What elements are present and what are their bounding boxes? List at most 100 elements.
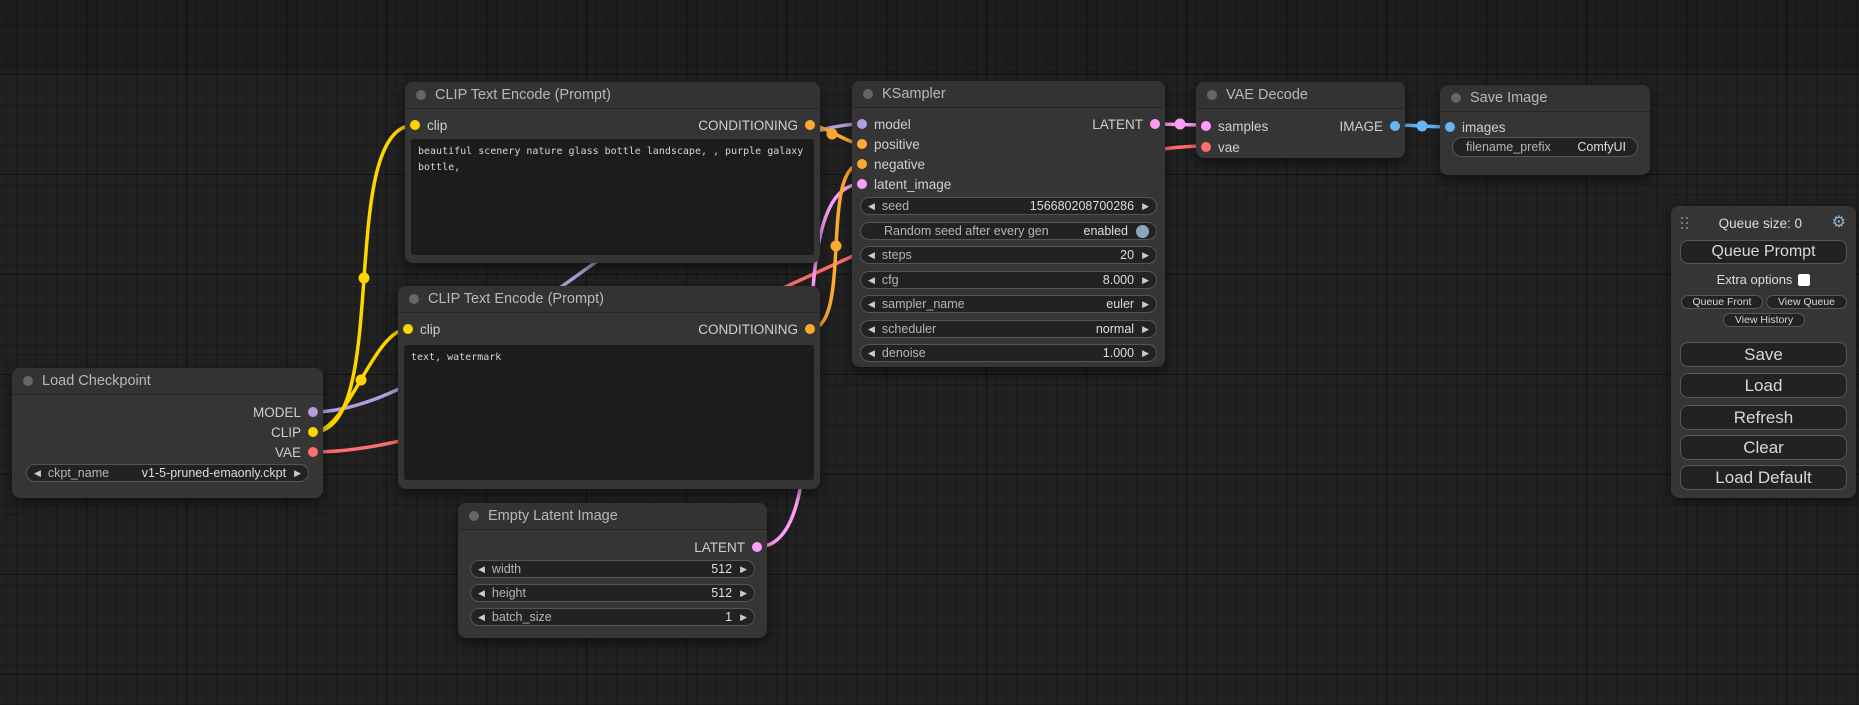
conditioning-output-dot[interactable] — [805, 324, 815, 334]
clip-input-dot[interactable] — [403, 324, 413, 334]
output-slot-conditioning[interactable]: CONDITIONING — [698, 115, 815, 135]
input-slot-latent-image[interactable]: latent_image — [857, 174, 951, 194]
increment-arrow-icon[interactable]: ▶ — [1142, 300, 1149, 309]
link-dot-clip1[interactable] — [359, 273, 370, 284]
height-widget[interactable]: ◀ height 512 ▶ — [470, 584, 755, 602]
clip-output-dot[interactable] — [308, 427, 318, 437]
increment-arrow-icon[interactable]: ▶ — [1142, 349, 1149, 358]
decrement-arrow-icon[interactable]: ◀ — [478, 613, 485, 622]
decrement-arrow-icon[interactable]: ◀ — [868, 202, 875, 211]
decrement-arrow-icon[interactable]: ◀ — [478, 589, 485, 598]
view-queue-button[interactable]: View Queue — [1766, 295, 1847, 309]
collapse-dot-icon[interactable] — [863, 89, 873, 99]
extra-options-checkbox[interactable] — [1798, 274, 1810, 286]
queue-prompt-button[interactable]: Queue Prompt — [1680, 240, 1847, 264]
conditioning-output-dot[interactable] — [805, 120, 815, 130]
node-load-checkpoint[interactable]: Load Checkpoint MODEL CLIP VAE ◀ ckpt_na… — [12, 368, 323, 498]
node-title-bar[interactable]: Save Image — [1440, 85, 1650, 112]
input-slot-clip[interactable]: clip — [403, 319, 440, 339]
gear-icon[interactable]: ⚙ — [1832, 215, 1846, 231]
node-title-bar[interactable]: Load Checkpoint — [12, 368, 323, 395]
random-seed-toggle-widget[interactable]: Random seed after every gen enabled — [860, 222, 1157, 240]
node-save-image[interactable]: Save Image images filename_prefix ComfyU… — [1440, 85, 1650, 175]
input-slot-negative[interactable]: negative — [857, 154, 925, 174]
increment-arrow-icon[interactable]: ▶ — [294, 469, 301, 478]
latent-input-dot[interactable] — [857, 179, 867, 189]
latent-output-dot[interactable] — [752, 542, 762, 552]
queue-front-button[interactable]: Queue Front — [1681, 295, 1763, 309]
latent-input-dot[interactable] — [1201, 121, 1211, 131]
drag-handle-icon[interactable] — [1681, 217, 1689, 230]
decrement-arrow-icon[interactable]: ◀ — [868, 325, 875, 334]
decrement-arrow-icon[interactable]: ◀ — [868, 276, 875, 285]
vae-output-dot[interactable] — [308, 447, 318, 457]
node-clip-text-encode-negative[interactable]: CLIP Text Encode (Prompt) clip CONDITION… — [398, 286, 820, 489]
decrement-arrow-icon[interactable]: ◀ — [868, 300, 875, 309]
refresh-button[interactable]: Refresh — [1680, 405, 1847, 430]
link-dot-clip2[interactable] — [356, 375, 367, 386]
clip-input-dot[interactable] — [410, 120, 420, 130]
node-empty-latent-image[interactable]: Empty Latent Image LATENT ◀ width 512 ▶ … — [458, 503, 767, 638]
decrement-arrow-icon[interactable]: ◀ — [868, 349, 875, 358]
decrement-arrow-icon[interactable]: ◀ — [478, 565, 485, 574]
collapse-dot-icon[interactable] — [416, 90, 426, 100]
model-input-dot[interactable] — [857, 119, 867, 129]
link-dot-cond1[interactable] — [827, 129, 838, 140]
input-slot-model[interactable]: model — [857, 114, 911, 134]
output-slot-latent[interactable]: LATENT — [1092, 114, 1160, 134]
toggle-on-icon[interactable] — [1136, 225, 1149, 238]
node-title-bar[interactable]: Empty Latent Image — [458, 503, 767, 530]
collapse-dot-icon[interactable] — [23, 376, 33, 386]
increment-arrow-icon[interactable]: ▶ — [1142, 202, 1149, 211]
link-dot-image[interactable] — [1417, 121, 1428, 132]
sampler-name-widget[interactable]: ◀ sampler_name euler ▶ — [860, 295, 1157, 313]
increment-arrow-icon[interactable]: ▶ — [1142, 276, 1149, 285]
conditioning-input-dot[interactable] — [857, 159, 867, 169]
output-slot-latent[interactable]: LATENT — [694, 537, 762, 557]
batch-size-widget[interactable]: ◀ batch_size 1 ▶ — [470, 608, 755, 626]
view-history-button[interactable]: View History — [1723, 313, 1805, 327]
steps-widget[interactable]: ◀ steps 20 ▶ — [860, 246, 1157, 264]
output-slot-vae[interactable]: VAE — [275, 442, 318, 462]
input-slot-vae[interactable]: vae — [1201, 137, 1240, 157]
decrement-arrow-icon[interactable]: ◀ — [868, 251, 875, 260]
vae-input-dot[interactable] — [1201, 142, 1211, 152]
input-slot-clip[interactable]: clip — [410, 115, 447, 135]
increment-arrow-icon[interactable]: ▶ — [1142, 251, 1149, 260]
conditioning-input-dot[interactable] — [857, 139, 867, 149]
increment-arrow-icon[interactable]: ▶ — [740, 613, 747, 622]
link-dot-cond2[interactable] — [831, 241, 842, 252]
output-slot-clip[interactable]: CLIP — [271, 422, 318, 442]
image-input-dot[interactable] — [1445, 122, 1455, 132]
negative-prompt-textarea[interactable]: text, watermark — [404, 345, 814, 480]
node-title-bar[interactable]: CLIP Text Encode (Prompt) — [405, 82, 820, 109]
ckpt-name-widget[interactable]: ◀ ckpt_name v1-5-pruned-emaonly.ckpt ▶ — [26, 464, 309, 482]
decrement-arrow-icon[interactable]: ◀ — [34, 469, 41, 478]
increment-arrow-icon[interactable]: ▶ — [740, 565, 747, 574]
denoise-widget[interactable]: ◀ denoise 1.000 ▶ — [860, 344, 1157, 362]
load-button[interactable]: Load — [1680, 373, 1847, 398]
node-vae-decode[interactable]: VAE Decode samples vae IMAGE — [1196, 82, 1405, 158]
collapse-dot-icon[interactable] — [1207, 90, 1217, 100]
node-title-bar[interactable]: CLIP Text Encode (Prompt) — [398, 286, 820, 313]
output-slot-conditioning[interactable]: CONDITIONING — [698, 319, 815, 339]
node-title-bar[interactable]: KSampler — [852, 81, 1165, 108]
scheduler-widget[interactable]: ◀ scheduler normal ▶ — [860, 320, 1157, 338]
latent-output-dot[interactable] — [1150, 119, 1160, 129]
image-output-dot[interactable] — [1390, 121, 1400, 131]
seed-widget[interactable]: ◀ seed 156680208700286 ▶ — [860, 197, 1157, 215]
increment-arrow-icon[interactable]: ▶ — [1142, 325, 1149, 334]
collapse-dot-icon[interactable] — [409, 294, 419, 304]
load-default-button[interactable]: Load Default — [1680, 465, 1847, 490]
input-slot-samples[interactable]: samples — [1201, 116, 1268, 136]
link-dot-latent-out[interactable] — [1175, 119, 1186, 130]
graph-canvas[interactable]: Load Checkpoint MODEL CLIP VAE ◀ ckpt_na… — [0, 0, 1859, 705]
input-slot-positive[interactable]: positive — [857, 134, 920, 154]
filename-prefix-widget[interactable]: filename_prefix ComfyUI — [1452, 137, 1638, 157]
output-slot-model[interactable]: MODEL — [253, 402, 318, 422]
positive-prompt-textarea[interactable]: beautiful scenery nature glass bottle la… — [411, 139, 814, 255]
clear-button[interactable]: Clear — [1680, 435, 1847, 460]
node-title-bar[interactable]: VAE Decode — [1196, 82, 1405, 109]
collapse-dot-icon[interactable] — [469, 511, 479, 521]
node-clip-text-encode-positive[interactable]: CLIP Text Encode (Prompt) clip CONDITION… — [405, 82, 820, 263]
